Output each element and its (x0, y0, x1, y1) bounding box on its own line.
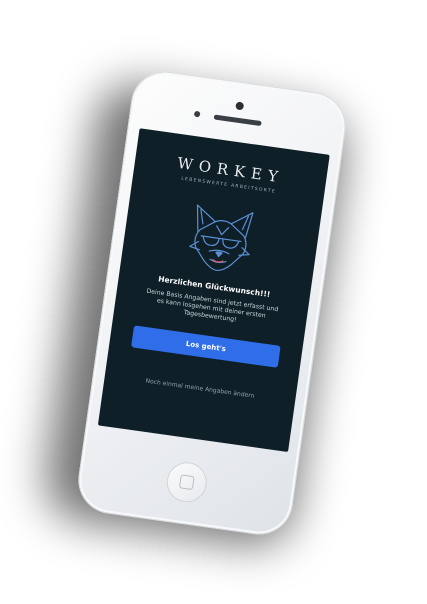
home-button-icon[interactable] (164, 459, 210, 505)
edit-details-link[interactable]: Noch einmal meine Angaben ändern (104, 372, 295, 406)
home-square-glyph (178, 474, 195, 491)
device-mockup-stage: WORKEY LEBENSWERTE ARBEITSORTE Herzliche… (0, 0, 427, 604)
front-camera (235, 101, 245, 111)
start-button[interactable]: Los geht's (131, 325, 281, 368)
fox-with-sunglasses-icon (189, 204, 254, 272)
app-screen: WORKEY LEBENSWERTE ARBEITSORTE Herzliche… (97, 128, 330, 453)
earpiece-speaker (213, 114, 262, 127)
sensor-dot (193, 110, 201, 118)
